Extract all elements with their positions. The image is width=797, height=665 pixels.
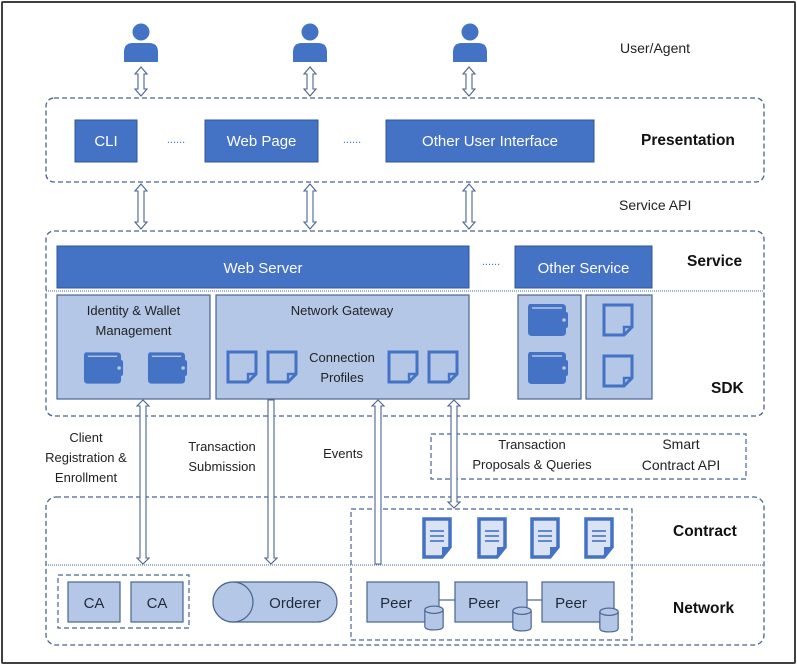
transaction-proposals-line1: Transaction (498, 437, 565, 452)
peer-label: Peer (380, 595, 412, 612)
service-layer-label: Service (687, 253, 743, 270)
document-icon (226, 350, 258, 384)
events-label: Events (323, 446, 363, 461)
cli-box[interactable]: CLI (74, 119, 138, 163)
architecture-diagram: User/Agent CLI ...... Web Page ...... Ot… (45, 23, 765, 646)
peer-label: Peer (468, 595, 500, 612)
peer-node[interactable]: Peer (541, 581, 619, 633)
user-agent-row: User/Agent (124, 23, 690, 62)
peer-label: Peer (555, 595, 587, 612)
double-arrow (133, 66, 149, 97)
events-arrow (370, 399, 386, 565)
ca-node[interactable]: CA (130, 581, 184, 623)
client-registration-line2: Registration & (45, 450, 127, 465)
smart-contract-api-line1: Smart (662, 436, 699, 452)
service-sdk-layer: Web Server ...... Other Service Service … (45, 230, 765, 417)
database-icon (512, 606, 532, 632)
presentation-layer: CLI ...... Web Page ...... Other User In… (45, 97, 765, 183)
ellipsis: ...... (167, 134, 185, 146)
database-icon (599, 607, 619, 633)
client-registration-arrow (135, 399, 151, 565)
user-icon (124, 23, 158, 62)
other-sdk-profiles[interactable] (585, 294, 653, 400)
ca-node[interactable]: CA (67, 581, 121, 623)
ellipsis: ...... (482, 256, 500, 268)
network-gateway[interactable]: Network Gateway Connection Profiles (215, 294, 470, 400)
wallet-icon (83, 351, 124, 385)
web-server-label: Web Server (224, 260, 303, 277)
document-icon (602, 303, 634, 337)
document-icon (427, 350, 459, 384)
transaction-submission-line1: Transaction (188, 439, 255, 454)
peer-node[interactable]: Peer (454, 581, 532, 632)
flow-labels: Client Registration & Enrollment Transac… (45, 430, 747, 485)
peer-node[interactable]: Peer (366, 581, 444, 631)
wallet-icon (527, 351, 569, 385)
user-agent-label: User/Agent (620, 40, 690, 56)
double-arrow (461, 66, 477, 97)
presentation-layer-label: Presentation (641, 132, 735, 149)
identity-wallet-management[interactable]: Identity & Wallet Management (56, 294, 211, 400)
contract-document-icon (477, 517, 509, 559)
double-arrow (302, 66, 318, 97)
orderer-node[interactable]: Orderer (212, 581, 338, 623)
document-icon (387, 350, 419, 384)
ca-label: CA (84, 595, 105, 612)
double-arrow (302, 183, 318, 230)
connection-profiles-line2: Profiles (320, 370, 364, 385)
wallet-icon (527, 303, 569, 337)
double-arrow (461, 183, 477, 230)
smart-contract-api-line2: Contract API (642, 457, 721, 473)
cli-label: CLI (94, 133, 117, 150)
document-icon (266, 350, 298, 384)
identity-wallet-title-line1: Identity & Wallet (87, 303, 181, 318)
identity-wallet-title-line2: Management (96, 323, 172, 338)
other-service-box[interactable]: Other Service (514, 245, 653, 289)
wallet-icon (147, 351, 188, 385)
service-api-label: Service API (619, 197, 691, 213)
client-registration-line1: Client (69, 430, 103, 445)
contract-document-icon (422, 517, 454, 559)
other-user-interface-label: Other User Interface (422, 133, 558, 150)
web-page-box[interactable]: Web Page (204, 119, 319, 163)
web-server-box[interactable]: Web Server (56, 245, 470, 289)
double-arrow (133, 183, 149, 230)
transaction-submission-arrow (263, 399, 279, 565)
network-layer-label: Network (673, 600, 735, 617)
other-user-interface-box[interactable]: Other User Interface (385, 119, 595, 163)
ellipsis: ...... (343, 134, 361, 146)
other-service-label: Other Service (538, 260, 630, 277)
contract-network-layer: Contract CA CA Orderer Peer Peer Peer Ne… (45, 496, 765, 646)
client-registration-line3: Enrollment (55, 470, 118, 485)
contract-network-boundary (45, 496, 765, 646)
transaction-submission-line2: Submission (188, 459, 255, 474)
flow-arrows (135, 399, 462, 565)
network-gateway-title: Network Gateway (291, 303, 394, 318)
contract-layer-label: Contract (673, 523, 737, 540)
transaction-proposals-line2: Proposals & Queries (472, 457, 592, 472)
connection-profiles-line1: Connection (309, 350, 375, 365)
contract-document-icon (530, 517, 562, 559)
other-sdk-wallets[interactable] (517, 294, 582, 400)
database-icon (424, 605, 444, 631)
web-page-label: Web Page (227, 133, 297, 150)
document-icon (602, 354, 634, 388)
user-icon (453, 23, 487, 62)
ca-label: CA (147, 595, 168, 612)
contract-document-icon (584, 517, 616, 559)
sdk-layer-label: SDK (711, 380, 745, 397)
user-icon (293, 23, 327, 62)
orderer-label: Orderer (269, 595, 321, 612)
